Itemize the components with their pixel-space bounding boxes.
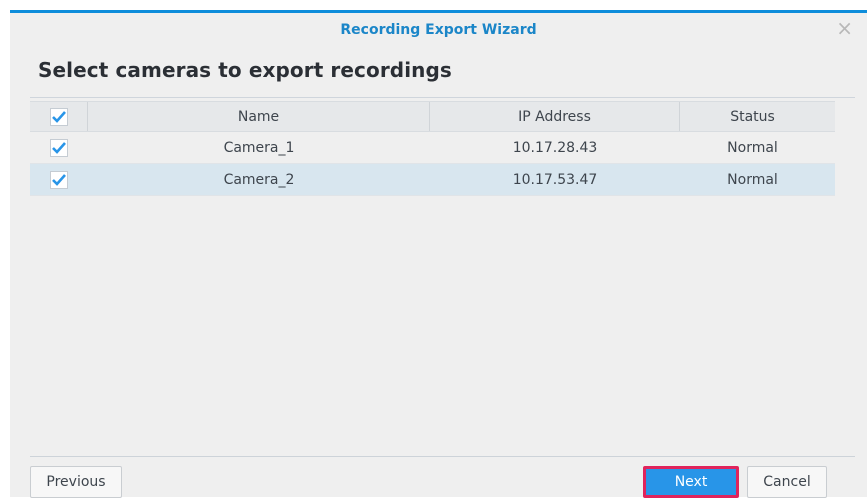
close-icon[interactable]: × (836, 18, 853, 38)
table-row[interactable]: Camera_2 10.17.53.47 Normal (30, 164, 835, 196)
column-header-name[interactable]: Name (88, 102, 430, 131)
export-wizard-dialog: Recording Export Wizard × Select cameras… (10, 10, 867, 498)
column-header-status[interactable]: Status (680, 102, 825, 131)
page-heading: Select cameras to export recordings (38, 58, 452, 82)
next-button[interactable]: Next (643, 466, 739, 498)
previous-button[interactable]: Previous (30, 466, 122, 498)
row-checkbox[interactable] (50, 138, 68, 157)
camera-name: Camera_1 (223, 139, 295, 156)
camera-ip: 10.17.53.47 (512, 171, 598, 188)
camera-table: Name IP Address Status Camera_1 10.17.28… (30, 101, 835, 196)
table-row[interactable]: Camera_1 10.17.28.43 Normal (30, 132, 835, 164)
heading-divider (30, 97, 855, 98)
row-checkbox[interactable] (50, 170, 68, 189)
camera-status: Normal (727, 139, 778, 156)
checkmark-icon (51, 110, 66, 123)
dialog-title: Recording Export Wizard (340, 22, 537, 38)
table-header-row: Name IP Address Status (30, 101, 835, 132)
checkmark-icon (52, 173, 66, 186)
checkmark-icon (52, 141, 66, 154)
camera-status: Normal (727, 171, 778, 188)
row-check-cell (30, 132, 88, 163)
column-header-ip[interactable]: IP Address (430, 102, 680, 131)
camera-name: Camera_2 (223, 171, 295, 188)
cancel-button[interactable]: Cancel (747, 466, 827, 498)
camera-ip: 10.17.28.43 (512, 139, 598, 156)
row-check-cell (30, 164, 88, 195)
footer-divider (30, 456, 855, 457)
select-all-checkbox[interactable] (49, 107, 68, 126)
header-check-cell (30, 102, 88, 131)
